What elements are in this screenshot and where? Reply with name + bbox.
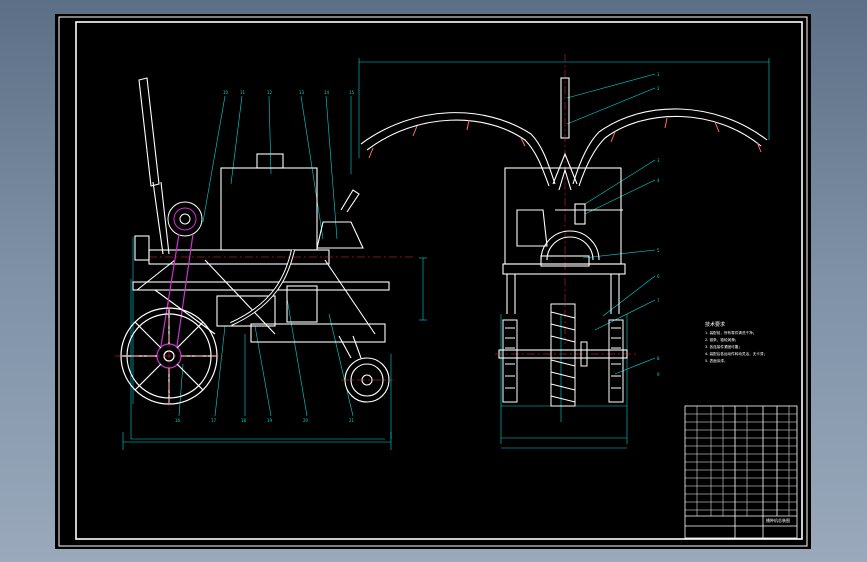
part-label-21: 21	[349, 418, 355, 423]
part-label-8: 8	[657, 356, 660, 361]
technical-notes: 技术要求 1. 装配前，所有零件清洗干净； 2. 链条、链轮润滑； 3. 各连接件紧…	[705, 321, 767, 363]
note-line: 3. 各连接件紧固可靠；	[705, 344, 742, 349]
note-line: 4. 装配后各运动件转动灵活，无卡滞；	[705, 351, 767, 356]
part-label-16: 16	[175, 418, 181, 423]
part-label-13: 13	[299, 90, 305, 95]
part-label-2: 2	[657, 86, 660, 91]
upper-sprocket	[167, 201, 203, 237]
note-line: 1. 装配前，所有零件清洗干净；	[705, 330, 756, 335]
cad-drawing-canvas[interactable]: 10 11 12 13 14 1516 17 18 19 20 21 12345…	[55, 14, 811, 549]
part-label-4: 4	[657, 178, 660, 183]
part-label-20: 20	[303, 418, 309, 423]
part-label-19: 19	[267, 418, 273, 423]
title-block: 播种机总装图	[684, 405, 798, 539]
part-label-15: 15	[349, 90, 355, 95]
part-label-11: 11	[240, 90, 246, 95]
cad-drawing-viewport[interactable]: 10 11 12 13 14 15 16 17 18 19 20 21 1 2 …	[55, 14, 811, 549]
side-view-outline	[132, 77, 415, 343]
title-block-name: 播种机总装图	[766, 517, 790, 523]
note-line: 2. 链条、链轮润滑；	[705, 337, 738, 342]
front-view: 1 2 3 4 5 6 7 8 9	[358, 54, 770, 449]
notes-heading: 技术要求	[705, 321, 725, 328]
part-label-12: 12	[267, 90, 273, 95]
side-view: 10 11 12 13 14 15 16 17 18 19 20 21	[115, 77, 427, 450]
part-label-3: 3	[657, 158, 660, 163]
part-label-7: 7	[657, 298, 660, 303]
part-label-10: 10	[223, 90, 229, 95]
note-line: 5. 表面涂漆。	[705, 358, 728, 363]
part-label-18: 18	[241, 418, 247, 423]
side-view-part-labels: 10 11 12 13 14 15 16 17 18 19 20 21	[175, 90, 355, 423]
part-label-6: 6	[657, 274, 660, 279]
part-label-1: 1	[657, 72, 660, 77]
part-label-5: 5	[657, 248, 660, 253]
front-center-wheel	[550, 303, 588, 407]
front-housing	[504, 152, 623, 267]
part-label-9: 9	[657, 372, 660, 377]
notes-list: 1. 装配前，所有零件清洗干净； 2. 链条、链轮润滑； 3. 各连接件紧固可靠； 4…	[705, 330, 767, 363]
front-side-wheels	[502, 319, 624, 403]
part-label-14: 14	[324, 90, 330, 95]
part-label-17: 17	[211, 418, 217, 423]
